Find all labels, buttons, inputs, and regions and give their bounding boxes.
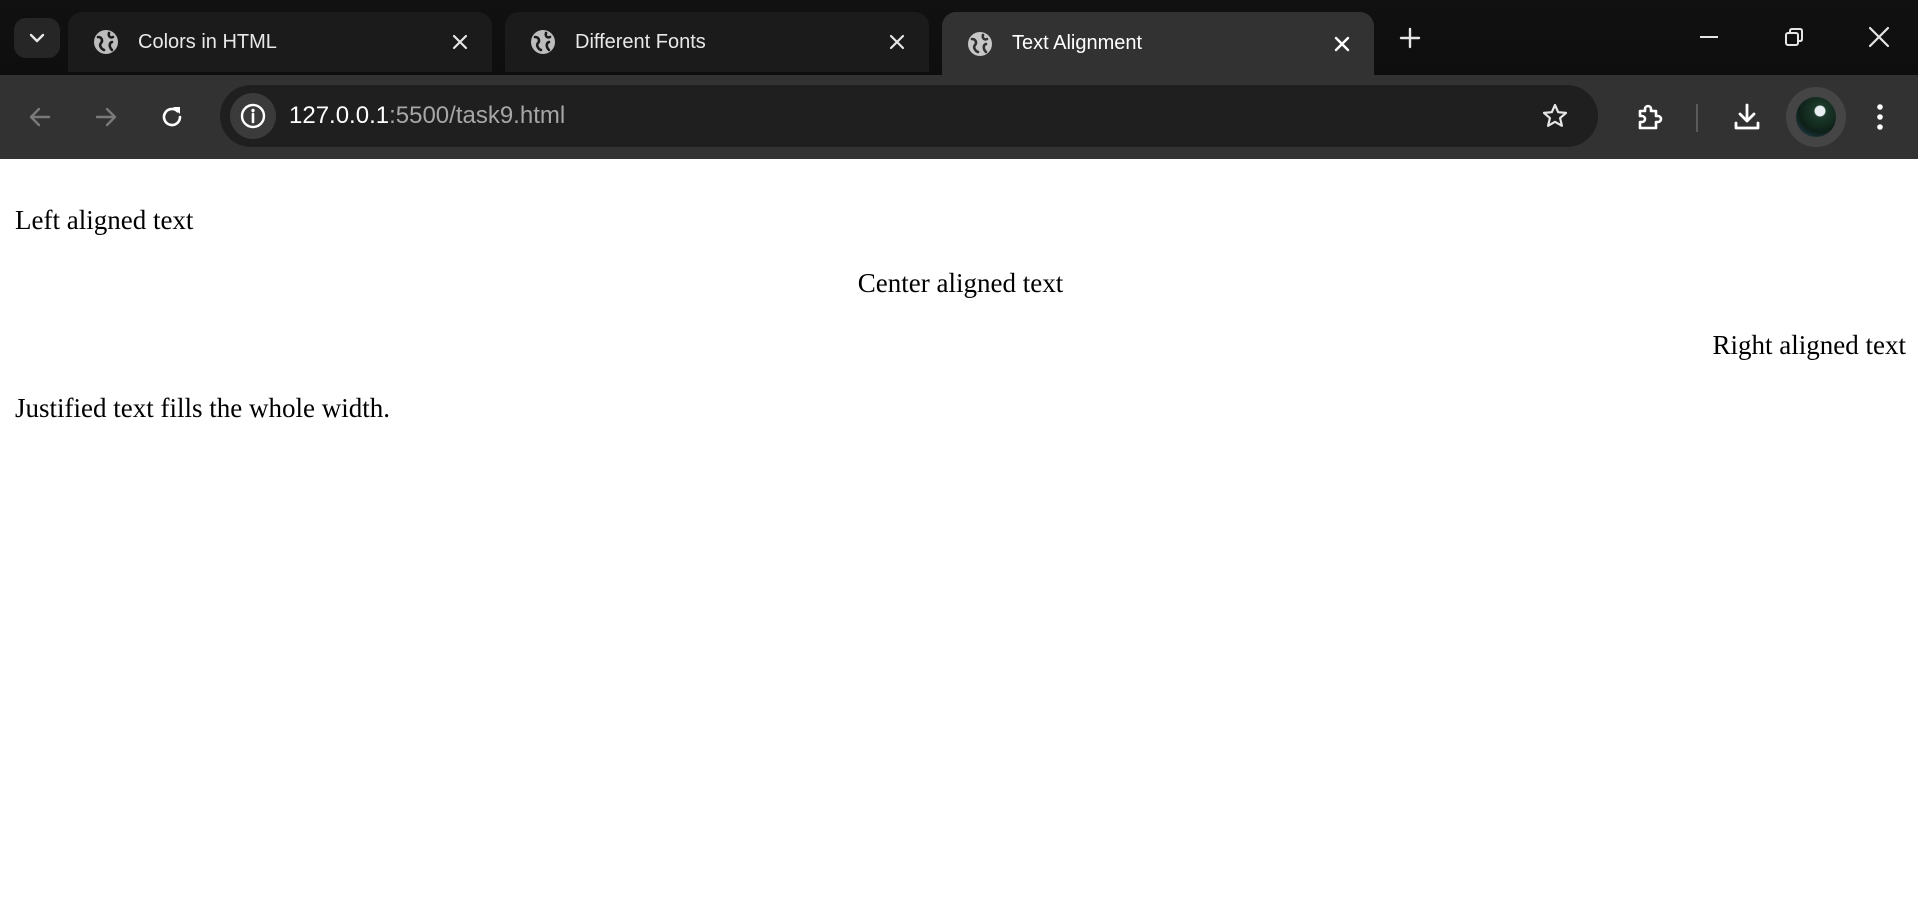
star-icon <box>1541 102 1569 130</box>
globe-icon <box>529 28 557 56</box>
info-icon <box>240 103 266 129</box>
avatar-image <box>1796 97 1836 137</box>
new-tab-button[interactable] <box>1390 18 1430 58</box>
kebab-menu-icon <box>1876 103 1884 131</box>
back-button[interactable] <box>19 96 61 138</box>
menu-button[interactable] <box>1859 96 1901 138</box>
close-window-button[interactable] <box>1856 16 1902 58</box>
toolbar-divider <box>1696 104 1698 132</box>
bookmark-button[interactable] <box>1538 99 1572 133</box>
right-aligned-text: Right aligned text <box>1712 330 1906 360</box>
justified-text: Justified text fills the whole width. <box>15 393 390 423</box>
site-info-button[interactable] <box>230 93 276 139</box>
tab-title: Text Alignment <box>1012 32 1143 54</box>
globe-icon <box>92 28 120 56</box>
tab-search-button[interactable] <box>14 18 60 58</box>
url-path: :5500/task9.html <box>389 102 566 129</box>
toolbar: 127.0.0.1:5500/task9.html <box>0 75 1918 159</box>
restore-icon <box>1784 27 1804 47</box>
close-icon <box>1868 26 1890 48</box>
minimize-button[interactable] <box>1686 16 1732 58</box>
close-icon[interactable] <box>1328 30 1356 58</box>
extensions-button[interactable] <box>1629 96 1671 138</box>
tab-text-alignment[interactable]: Text Alignment <box>942 12 1374 75</box>
arrow-right-icon <box>94 105 118 129</box>
download-icon <box>1731 101 1763 133</box>
tab-title: Colors in HTML <box>138 30 277 53</box>
page-content: Left aligned text Center aligned text Ri… <box>0 159 1918 901</box>
tab-colors-in-html[interactable]: Colors in HTML <box>68 12 492 72</box>
tab-different-fonts[interactable]: Different Fonts <box>505 12 929 72</box>
plus-icon <box>1399 27 1421 49</box>
chevron-down-icon <box>29 33 45 43</box>
arrow-left-icon <box>28 105 52 129</box>
url-text[interactable]: 127.0.0.1:5500/task9.html <box>289 85 565 147</box>
reload-button[interactable] <box>151 96 193 138</box>
reload-icon <box>159 104 185 130</box>
tab-title: Different Fonts <box>575 30 706 53</box>
address-bar[interactable]: 127.0.0.1:5500/task9.html <box>220 85 1598 147</box>
puzzle-icon <box>1634 101 1666 133</box>
browser-chrome: Colors in HTML Different Fonts Text Alig… <box>0 0 1918 159</box>
downloads-button[interactable] <box>1726 96 1768 138</box>
forward-button[interactable] <box>85 96 127 138</box>
close-icon[interactable] <box>446 28 474 56</box>
globe-icon <box>966 30 994 58</box>
left-aligned-text: Left aligned text <box>15 205 194 235</box>
center-aligned-text: Center aligned text <box>857 268 1064 298</box>
avatar[interactable] <box>1786 87 1846 147</box>
url-host: 127.0.0.1 <box>289 102 390 129</box>
tab-strip: Colors in HTML Different Fonts Text Alig… <box>0 0 1918 75</box>
close-icon[interactable] <box>883 28 911 56</box>
minimize-icon <box>1699 35 1719 39</box>
restore-button[interactable] <box>1771 16 1817 58</box>
